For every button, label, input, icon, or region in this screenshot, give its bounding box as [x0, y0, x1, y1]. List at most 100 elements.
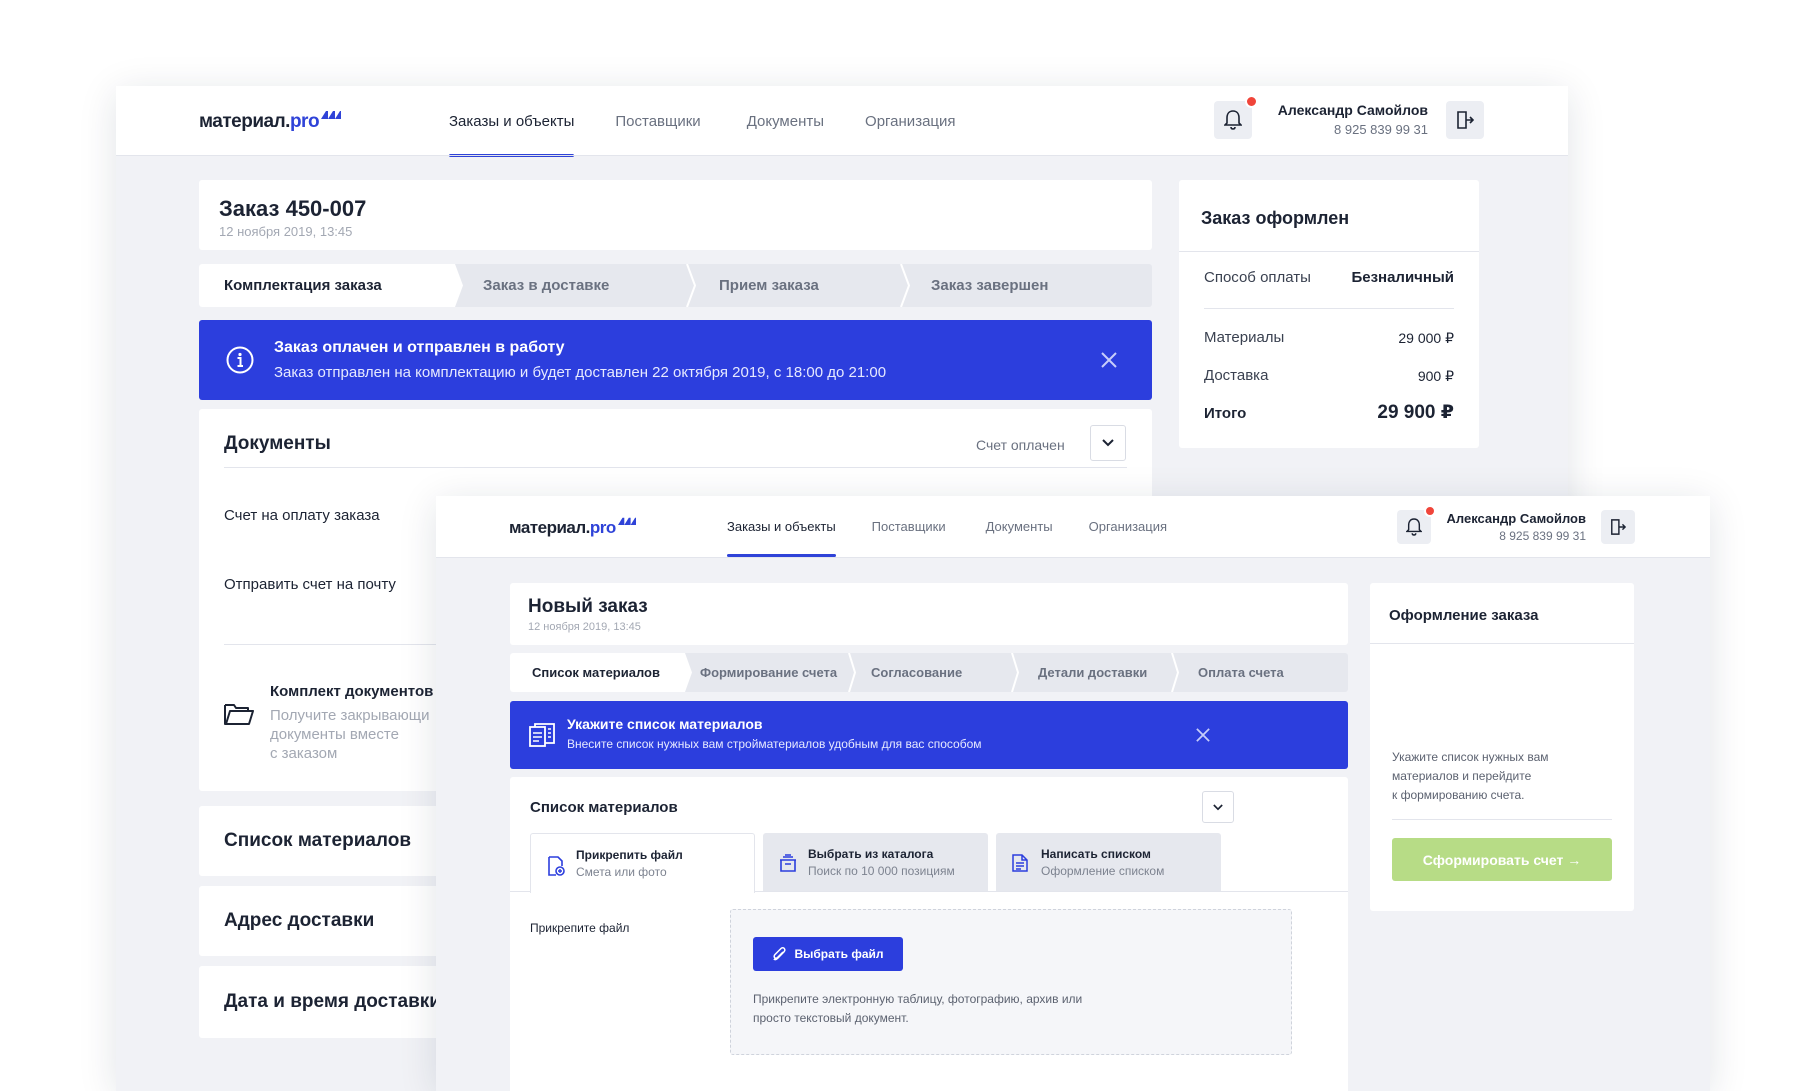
step-assembly: Комплектация заказа: [199, 264, 449, 307]
divider: [224, 467, 1127, 468]
paperclip-icon: [773, 947, 786, 961]
notification-dot: [1424, 505, 1436, 517]
nav-documents[interactable]: Документы: [747, 113, 824, 130]
step-divider: [848, 653, 857, 692]
tab-title: Выбрать из каталога: [808, 847, 934, 861]
catalog-box-icon: [780, 854, 796, 872]
bell-icon: [1224, 110, 1242, 130]
bell-icon: [1406, 518, 1422, 536]
front-exit-button[interactable]: [1601, 510, 1635, 544]
kit-title: Комплект документов: [270, 683, 434, 700]
text-document-icon: [1012, 854, 1028, 872]
nav-orders[interactable]: Заказы и объекты: [727, 519, 836, 557]
front-info-banner: Укажите список материалов Внесите список…: [510, 701, 1348, 769]
materials-value: 29 000 ₽: [1398, 330, 1454, 346]
choose-file-button[interactable]: Выбрать файл: [753, 937, 903, 971]
close-icon[interactable]: [1196, 728, 1210, 742]
nav-documents[interactable]: Документы: [986, 519, 1053, 534]
back-header: материал. pro Заказы и объекты Поставщики…: [116, 86, 1568, 157]
invoice-link[interactable]: Счет на оплату заказа: [224, 507, 380, 524]
document-list-icon: [529, 723, 555, 747]
tab-title: Прикрепить файл: [576, 848, 683, 862]
front-user[interactable]: Александр Самойлов 8 925 839 99 31: [1447, 511, 1587, 543]
front-logo[interactable]: материал. pro: [509, 517, 636, 538]
nav-suppliers[interactable]: Поставщики: [615, 113, 700, 130]
attach-label: Прикрепите файл: [530, 921, 630, 935]
step-chevron: [680, 653, 692, 692]
logo-mark-icon: [321, 111, 342, 119]
nav-organization[interactable]: Организация: [865, 113, 955, 130]
logo-mark-icon: [617, 517, 636, 525]
front-header: материал. pro Заказы и объекты Поставщики…: [436, 496, 1710, 558]
notification-dot: [1245, 95, 1258, 108]
order-date: 12 ноября 2019, 13:45: [528, 621, 641, 633]
delivery-value: 900 ₽: [1417, 368, 1454, 384]
sidebar-hint-line2: материалов и перейдите: [1392, 769, 1532, 783]
front-steps: Список материалов Формирование счета Сог…: [510, 653, 1348, 692]
step-payment: Оплата счета: [1198, 665, 1284, 680]
send-invoice-link[interactable]: Отправить счет на почту: [224, 576, 396, 593]
total-value: 29 900 ₽: [1377, 402, 1454, 423]
banner-title: Заказ оплачен и отправлен в работу: [274, 339, 565, 356]
dropzone-hint-line1: Прикрепите электронную таблицу, фотограф…: [753, 992, 1083, 1006]
close-icon[interactable]: [1101, 352, 1117, 368]
documents-status: Счет оплачен: [976, 437, 1065, 453]
back-header-divider: [116, 155, 1568, 156]
step-divider: [1011, 653, 1020, 692]
logout-icon: [1611, 519, 1626, 535]
tab-sub: Оформление списком: [1041, 864, 1165, 878]
back-bell-button[interactable]: [1214, 95, 1258, 139]
step-delivery-details: Детали доставки: [1038, 665, 1148, 680]
logout-icon: [1457, 111, 1474, 129]
user-phone: 8 925 839 99 31: [1334, 122, 1428, 137]
back-order-card: Заказ 450-007 12 ноября 2019, 13:45: [199, 180, 1152, 250]
step-divider: [686, 264, 697, 307]
front-nav: Заказы и объекты Поставщики Документы Ор…: [727, 519, 1167, 557]
logo-main: материал.: [199, 111, 290, 132]
step-chevron: [449, 264, 463, 307]
tab-attach-file[interactable]: Прикрепить файл Смета или фото: [530, 833, 755, 893]
payment-label: Способ оплаты: [1204, 269, 1311, 286]
tab-title: Написать списком: [1041, 847, 1151, 861]
step-complete: Заказ завершен: [931, 277, 1049, 294]
folder-icon: [224, 704, 254, 725]
back-logo[interactable]: материал. pro: [199, 111, 342, 133]
create-invoice-button[interactable]: Сформировать счет →: [1392, 838, 1612, 881]
back-info-banner: Заказ оплачен и отправлен в работу Заказ…: [199, 320, 1152, 400]
banner-text: Заказ отправлен на комплектацию и будет …: [274, 364, 887, 381]
sidebar-title: Оформление заказа: [1389, 607, 1539, 624]
file-dropzone[interactable]: Выбрать файл Прикрепите электронную табл…: [730, 909, 1292, 1055]
nav-organization[interactable]: Организация: [1089, 519, 1167, 534]
logo-main: материал.: [509, 518, 590, 537]
documents-title: Документы: [224, 433, 331, 454]
order-title: Заказ 450-007: [219, 196, 367, 221]
order-title: Новый заказ: [528, 596, 648, 617]
banner-text: Внесите список нужных вам стройматериало…: [567, 737, 982, 751]
step-delivery: Заказ в доставке: [483, 277, 610, 294]
nav-suppliers[interactable]: Поставщики: [872, 519, 946, 534]
documents-toggle-button[interactable]: [1090, 425, 1126, 461]
back-nav: Заказы и объекты Поставщики Документы Ор…: [449, 113, 956, 157]
summary-title: Заказ оформлен: [1201, 208, 1350, 228]
attach-file-icon: [548, 856, 565, 876]
nav-orders[interactable]: Заказы и объекты: [449, 113, 575, 157]
total-label: Итого: [1204, 405, 1247, 422]
sidebar-hint-line1: Укажите список нужных вам: [1392, 750, 1549, 764]
chevron-down-icon: [1102, 439, 1114, 447]
divider: [1204, 308, 1454, 309]
section-title: Адрес доставки: [224, 910, 375, 931]
section-title: Список материалов: [224, 830, 412, 851]
info-icon: [226, 346, 254, 374]
step-materials: Список материалов: [510, 653, 680, 692]
back-user[interactable]: Александр Самойлов 8 925 839 99 31: [1278, 102, 1428, 137]
divider: [1370, 643, 1634, 644]
tab-write-list[interactable]: Написать списком Оформление списком: [996, 833, 1221, 891]
materials-toggle-button[interactable]: [1202, 791, 1234, 823]
back-exit-button[interactable]: [1446, 101, 1484, 139]
user-phone: 8 925 839 99 31: [1499, 529, 1586, 543]
front-bell-button[interactable]: [1397, 505, 1436, 544]
tab-catalog[interactable]: Выбрать из каталога Поиск по 10 000 пози…: [763, 833, 988, 891]
sidebar-hint-line3: к формированию счета.: [1392, 788, 1525, 802]
order-date: 12 ноября 2019, 13:45: [219, 224, 353, 239]
kit-line1: Получите закрывающи: [270, 707, 430, 724]
